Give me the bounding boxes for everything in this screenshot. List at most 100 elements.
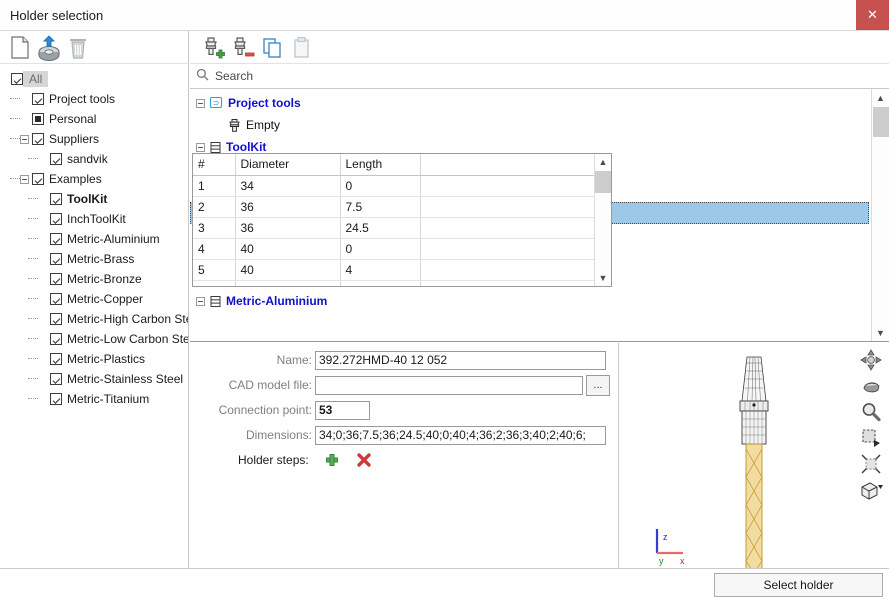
filter-checkbox[interactable] (50, 273, 62, 285)
table-cell[interactable]: 4 (340, 259, 421, 281)
table-cell[interactable] (420, 217, 596, 239)
filter-checkbox[interactable] (50, 373, 62, 385)
table-cell[interactable]: 40 (235, 259, 341, 281)
filter-tree-item-personal[interactable]: Personal (0, 109, 188, 129)
table-cell[interactable]: 1 (193, 175, 236, 197)
steps-table-scrollbar[interactable]: ▲ ▼ (594, 154, 611, 286)
table-column-header[interactable] (420, 154, 596, 176)
filter-checkbox[interactable] (50, 253, 62, 265)
table-cell[interactable]: 0 (340, 238, 421, 260)
copy-button[interactable] (258, 34, 286, 61)
tree-expander[interactable] (196, 98, 205, 108)
filter-checkbox[interactable] (50, 293, 62, 305)
filter-checkbox[interactable] (50, 213, 62, 225)
filter-tree-item-metric-copper[interactable]: Metric-Copper (0, 289, 188, 309)
filter-tree-item-examples[interactable]: Examples (0, 169, 188, 189)
filter-tree-item-metric-bronze[interactable]: Metric-Bronze (0, 269, 188, 289)
filter-checkbox[interactable] (11, 73, 23, 85)
filter-checkbox[interactable] (50, 233, 62, 245)
filter-checkbox[interactable] (50, 313, 62, 325)
view-cube-icon[interactable] (857, 477, 885, 503)
table-row[interactable]: 5 40 4 (193, 259, 596, 281)
new-document-button[interactable] (6, 34, 34, 61)
close-icon[interactable]: ✕ (856, 0, 889, 31)
filter-checkbox[interactable] (32, 113, 44, 125)
filter-tree-item-metric-brass[interactable]: Metric-Brass (0, 249, 188, 269)
filter-tree[interactable]: All Project tools Personal Suppliers sandvik… (0, 65, 188, 598)
filter-tree-item-metric-high-carbon-steel[interactable]: Metric-High Carbon Steel (0, 309, 188, 329)
holder-group-row[interactable]: Metric-Aluminium (190, 290, 869, 312)
rotate-mouse-icon[interactable] (857, 373, 885, 399)
table-column-header[interactable]: Length (340, 154, 421, 176)
table-cell[interactable]: 36 (235, 217, 341, 239)
table-cell[interactable] (420, 259, 596, 281)
table-scroll-up-icon[interactable]: ▲ (595, 154, 611, 170)
table-cell[interactable]: 34 (235, 175, 341, 197)
table-cell[interactable]: 4 (193, 238, 236, 260)
filter-tree-item-metric-stainless-steel[interactable]: Metric-Stainless Steel (0, 369, 188, 389)
filter-checkbox[interactable] (32, 173, 44, 185)
add-holder-button[interactable] (199, 34, 227, 61)
filter-tree-item-metric-low-carbon-steel[interactable]: Metric-Low Carbon Steel (0, 329, 188, 349)
table-row[interactable]: 3 36 24.5 (193, 217, 596, 239)
table-cell[interactable] (420, 196, 596, 218)
table-cell[interactable]: 3 (193, 217, 236, 239)
tree-expander[interactable] (20, 134, 29, 144)
tree-expander[interactable] (196, 296, 205, 306)
table-row[interactable]: 6362 (193, 280, 596, 286)
table-column-header[interactable]: # (193, 154, 236, 176)
table-cell[interactable]: 36 (235, 280, 341, 286)
table-cell[interactable]: 36 (235, 196, 341, 218)
filter-tree-item-metric-titanium[interactable]: Metric-Titanium (0, 389, 188, 409)
remove-holder-button[interactable] (228, 34, 256, 61)
table-cell[interactable]: 24.5 (340, 217, 421, 239)
table-row[interactable]: 2 36 7.5 (193, 196, 596, 218)
3d-viewer[interactable]: z y x (618, 343, 889, 599)
filter-checkbox[interactable] (50, 153, 62, 165)
filter-checkbox[interactable] (32, 93, 44, 105)
table-cell[interactable]: 6 (193, 280, 236, 286)
select-holder-button[interactable]: Select holder (714, 573, 883, 597)
scroll-thumb[interactable] (873, 107, 889, 137)
filter-tree-item-metric-aluminium[interactable]: Metric-Aluminium (0, 229, 188, 249)
filter-tree-item-all[interactable]: All (0, 69, 188, 89)
filter-checkbox[interactable] (50, 333, 62, 345)
holder-item-row[interactable]: Empty (190, 114, 869, 136)
filter-tree-item-suppliers[interactable]: Suppliers (0, 129, 188, 149)
filter-checkbox[interactable] (50, 353, 62, 365)
browse-button[interactable]: ... (586, 374, 610, 396)
name-input[interactable] (315, 350, 606, 370)
cad-model-input[interactable] (315, 375, 583, 395)
delete-step-button[interactable] (356, 452, 372, 468)
holder-group-row[interactable]: ⊃ Project tools (190, 92, 869, 114)
add-step-button[interactable] (324, 452, 340, 468)
search-bar[interactable]: Search (190, 65, 889, 87)
holder-tree-scrollbar[interactable]: ▲ ▼ (871, 89, 889, 341)
pan-icon[interactable] (857, 347, 885, 373)
table-scroll-down-icon[interactable]: ▼ (595, 270, 611, 286)
table-cell[interactable]: 40 (235, 238, 341, 260)
holder-steps-table[interactable]: # Diameter Length 1 34 0 2 36 7.5 3 36 24.5 4 40 0 5 40… (193, 154, 596, 286)
table-cell[interactable]: 2 (193, 196, 236, 218)
table-cell[interactable] (420, 175, 596, 197)
table-row[interactable]: 4 40 0 (193, 238, 596, 260)
table-cell[interactable] (420, 280, 596, 286)
magnifier-icon[interactable] (857, 399, 885, 425)
table-cell[interactable]: 5 (193, 259, 236, 281)
filter-checkbox[interactable] (50, 393, 62, 405)
fit-all-icon[interactable] (857, 451, 885, 477)
filter-tree-item-project-tools[interactable]: Project tools (0, 89, 188, 109)
table-cell[interactable]: 2 (340, 280, 421, 286)
connection-point-input[interactable] (315, 400, 370, 420)
filter-tree-item-toolkit[interactable]: ToolKit (0, 189, 188, 209)
table-scroll-thumb[interactable] (595, 171, 611, 193)
zoom-window-icon[interactable] (857, 425, 885, 451)
filter-tree-item-metric-plastics[interactable]: Metric-Plastics (0, 349, 188, 369)
search-input[interactable]: Search (215, 69, 253, 83)
scroll-up-icon[interactable]: ▲ (872, 89, 889, 106)
table-row[interactable]: 1 34 0 (193, 175, 596, 197)
table-cell[interactable]: 7.5 (340, 196, 421, 218)
table-column-header[interactable]: Diameter (235, 154, 341, 176)
tree-expander[interactable] (196, 142, 205, 152)
filter-tree-item-sandvik[interactable]: sandvik (0, 149, 188, 169)
